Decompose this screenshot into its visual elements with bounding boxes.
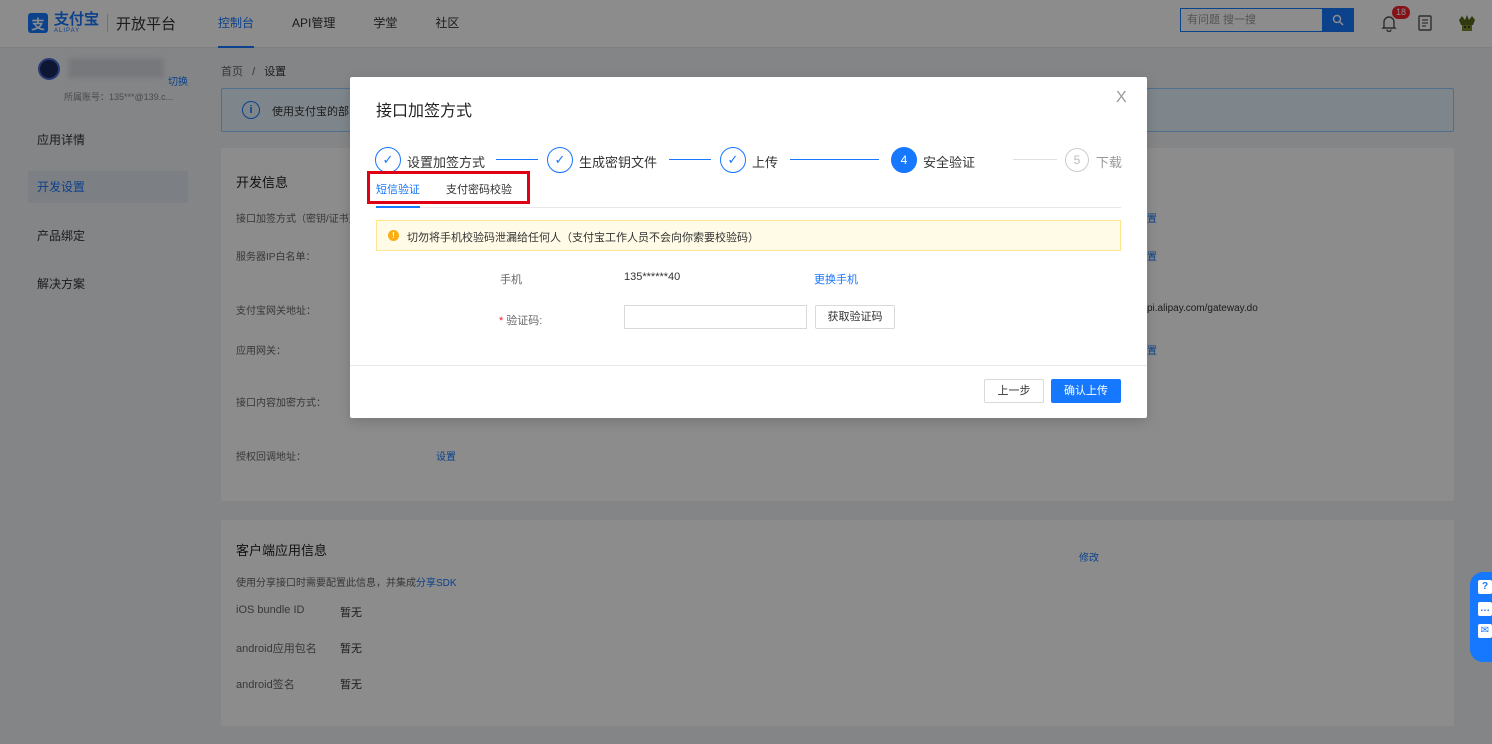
close-icon[interactable]: X bbox=[1116, 89, 1127, 107]
step-1-check-icon: ✓ bbox=[375, 147, 401, 173]
modal-title: 接口加签方式 bbox=[376, 103, 473, 120]
feedback-icon[interactable]: ✉ bbox=[1478, 624, 1492, 638]
change-phone-link[interactable]: 更换手机 bbox=[814, 271, 858, 287]
step-connector bbox=[669, 159, 711, 160]
code-label: * 验证码: bbox=[499, 315, 543, 327]
annotation-highlight-box bbox=[367, 171, 530, 204]
required-asterisk: * bbox=[499, 315, 504, 327]
phone-label: 手机 bbox=[500, 274, 522, 286]
help-float-widget[interactable]: ? … ✉ bbox=[1470, 572, 1492, 662]
step-3-check-icon: ✓ bbox=[720, 147, 746, 173]
step-2-label: 生成密钥文件 bbox=[579, 155, 658, 170]
warning-alert: ! 切勿将手机校验码泄漏给任何人（支付宝工作人员不会向你索要校验码） bbox=[376, 220, 1121, 251]
prev-step-button[interactable]: 上一步 bbox=[984, 379, 1044, 403]
step-1-label: 设置加签方式 bbox=[407, 155, 486, 170]
verify-code-input[interactable] bbox=[624, 305, 807, 329]
step-2-check-icon: ✓ bbox=[547, 147, 573, 173]
warning-icon: ! bbox=[388, 230, 399, 241]
steps: ✓ 设置加签方式 ✓ 生成密钥文件 ✓ 上传 4 安全验证 5 下载 bbox=[375, 147, 1122, 173]
signing-method-modal: 接口加签方式 X ✓ 设置加签方式 ✓ 生成密钥文件 ✓ 上传 4 安全验证 5… bbox=[350, 77, 1147, 418]
help-icon[interactable]: ? bbox=[1478, 580, 1492, 594]
step-connector bbox=[1013, 159, 1057, 160]
step-5-number: 5 bbox=[1065, 148, 1089, 172]
footer-divider bbox=[350, 365, 1147, 366]
step-3-label: 上传 bbox=[752, 155, 779, 170]
chat-icon[interactable]: … bbox=[1478, 602, 1492, 616]
confirm-upload-button[interactable]: 确认上传 bbox=[1051, 379, 1121, 403]
get-code-button[interactable]: 获取验证码 bbox=[815, 305, 895, 329]
step-4-label: 安全验证 bbox=[923, 155, 976, 170]
phone-value: 135******40 bbox=[624, 271, 681, 283]
step-connector bbox=[496, 159, 538, 160]
step-4-number: 4 bbox=[891, 147, 917, 173]
step-5-label: 下载 bbox=[1096, 155, 1123, 170]
warning-text: 切勿将手机校验码泄漏给任何人（支付宝工作人员不会向你索要校验码） bbox=[407, 232, 759, 244]
step-connector bbox=[790, 159, 879, 160]
